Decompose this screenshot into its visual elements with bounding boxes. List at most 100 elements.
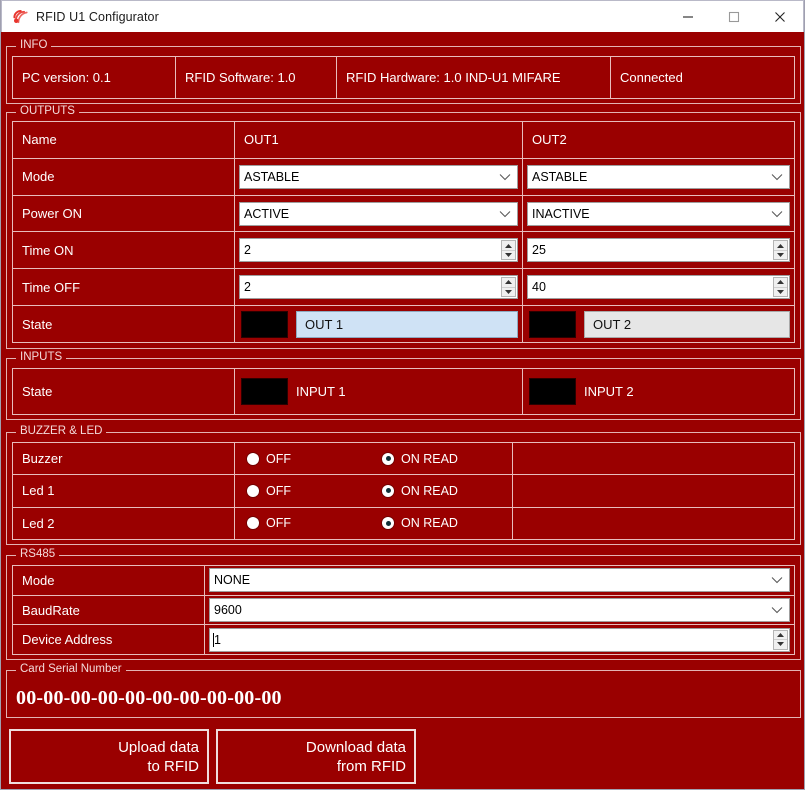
outputs-time-on-out2-input[interactable]: 25	[527, 238, 790, 263]
chevron-down-icon	[771, 210, 783, 217]
input2-label: INPUT 2	[584, 384, 634, 399]
outputs-power-on-out2-select[interactable]: INACTIVE	[527, 201, 790, 226]
outputs-mode-out2-cell: ASTABLE	[523, 159, 794, 195]
minimize-icon	[683, 16, 693, 18]
rs485-mode-select[interactable]: NONE	[209, 568, 790, 593]
rs485-row-device-address: Device Address 1	[13, 625, 794, 655]
upload-button-line1: Upload data	[118, 738, 199, 756]
info-grid: PC version: 0.1 RFID Software: 1.0 RFID …	[12, 56, 795, 99]
input1-state-indicator	[241, 378, 288, 405]
spinner-up-icon[interactable]	[774, 278, 787, 288]
inputs-state-in2-cell: INPUT 2	[523, 369, 794, 414]
outputs-time-off-out1-input[interactable]: 2	[239, 275, 518, 300]
info-rfid-software: RFID Software: 1.0	[176, 57, 337, 98]
out1-state-indicator	[241, 310, 288, 338]
spinner-arrows[interactable]	[501, 277, 516, 298]
spinner-arrows[interactable]	[773, 240, 788, 261]
outputs-row-mode: Mode ASTABLE ASTABLE	[13, 158, 794, 196]
buzzer-led-legend: BUZZER & LED	[16, 425, 107, 438]
outputs-state-out1-cell: OUT 1	[235, 306, 523, 342]
inputs-state-in1-cell: INPUT 1	[235, 369, 523, 414]
led2-on-read-label: ON READ	[401, 516, 458, 531]
minimize-button[interactable]	[665, 1, 711, 33]
outputs-time-off-out2-value: 40	[532, 280, 546, 295]
spinner-arrows[interactable]	[773, 277, 788, 298]
rs485-row-mode: Mode NONE	[13, 566, 794, 596]
spinner-up-icon[interactable]	[502, 278, 515, 288]
outputs-row-state: State OUT 1 OUT 2	[13, 306, 794, 342]
outputs-time-on-out1-input[interactable]: 2	[239, 238, 518, 263]
radio-selected-icon	[382, 517, 394, 530]
led1-row: Led 1 OFF ON READ	[13, 475, 794, 508]
outputs-time-off-out2-input[interactable]: 40	[527, 275, 790, 300]
outputs-grid: Name OUT1 OUT2 Mode ASTABLE ASTABLE Powe…	[12, 121, 795, 343]
maximize-button[interactable]	[711, 1, 757, 33]
led1-options-cell: OFF ON READ	[235, 475, 513, 507]
rs485-device-address-value: 1	[214, 632, 221, 647]
inputs-grid: State INPUT 1 INPUT 2	[12, 368, 795, 415]
led1-label: Led 1	[13, 475, 235, 507]
spinner-down-icon[interactable]	[502, 251, 515, 260]
led1-radio-on-read[interactable]: ON READ	[382, 484, 458, 498]
window-title: RFID U1 Configurator	[36, 9, 159, 24]
outputs-time-off-out1-cell: 2	[235, 269, 523, 306]
buzzer-on-read-label: ON READ	[401, 451, 458, 466]
spinner-down-icon[interactable]	[774, 288, 787, 297]
card-serial-group: Card Serial Number 00-00-00-00-00-00-00-…	[6, 663, 801, 718]
info-rfid-hardware: RFID Hardware: 1.0 IND-U1 MIFARE	[337, 57, 611, 98]
card-serial-value: 00-00-00-00-00-00-00-00-00-00	[16, 687, 282, 709]
download-data-button[interactable]: Download data from RFID	[216, 729, 416, 784]
chevron-down-icon	[499, 210, 511, 217]
upload-data-button[interactable]: Upload data to RFID	[9, 729, 209, 784]
rs485-device-address-cell: 1	[205, 625, 794, 654]
led2-radio-on-read[interactable]: ON READ	[382, 516, 458, 530]
spinner-down-icon[interactable]	[502, 288, 515, 297]
spinner-up-icon[interactable]	[774, 631, 787, 641]
buzzer-led-group: BUZZER & LED Buzzer OFF ON READ Led 1 OF…	[6, 425, 801, 545]
info-row: PC version: 0.1 RFID Software: 1.0 RFID …	[13, 57, 794, 98]
rs485-baudrate-label: BaudRate	[13, 595, 205, 625]
rs485-legend: RS485	[16, 548, 60, 561]
application-window: RFID U1 Configurator INFO PC version: 0.…	[0, 0, 805, 790]
rfid-signal-icon	[13, 9, 28, 23]
rs485-mode-cell: NONE	[205, 566, 794, 595]
spinner-up-icon[interactable]	[502, 241, 515, 251]
buzzer-row: Buzzer OFF ON READ	[13, 443, 794, 476]
rs485-baudrate-value: 9600	[214, 603, 242, 617]
buzzer-off-label: OFF	[266, 451, 291, 466]
upload-button-line2: to RFID	[147, 757, 199, 775]
spinner-arrows[interactable]	[501, 240, 516, 261]
radio-unselected-icon	[247, 452, 259, 465]
led2-spacer-cell	[513, 508, 794, 539]
outputs-power-on-out1-select[interactable]: ACTIVE	[239, 201, 518, 226]
rs485-device-address-input[interactable]: 1	[209, 627, 790, 652]
out1-state-box[interactable]: OUT 1	[296, 310, 518, 338]
spinner-down-icon[interactable]	[774, 251, 787, 260]
spinner-down-icon[interactable]	[774, 640, 787, 649]
outputs-mode-out2-select[interactable]: ASTABLE	[527, 164, 790, 189]
buzzer-options-cell: OFF ON READ	[235, 443, 513, 475]
buzzer-label: Buzzer	[13, 443, 235, 475]
outputs-time-on-out2-value: 25	[532, 243, 546, 258]
spinner-arrows[interactable]	[773, 629, 788, 650]
outputs-state-label: State	[13, 306, 235, 342]
chevron-down-icon	[499, 173, 511, 180]
inputs-state-label: State	[13, 369, 235, 414]
info-group: INFO PC version: 0.1 RFID Software: 1.0 …	[6, 39, 801, 104]
led2-radio-off[interactable]: OFF	[247, 516, 382, 530]
radio-selected-icon	[382, 484, 394, 497]
out2-state-box[interactable]: OUT 2	[584, 310, 790, 338]
buzzer-radio-on-read[interactable]: ON READ	[382, 452, 458, 466]
buzzer-radio-off[interactable]: OFF	[247, 452, 382, 466]
maximize-icon	[728, 11, 740, 23]
out2-state-indicator	[529, 310, 576, 338]
download-button-line2: from RFID	[336, 757, 406, 775]
inputs-row-state: State INPUT 1 INPUT 2	[13, 369, 794, 414]
rs485-baudrate-select[interactable]: 9600	[209, 598, 790, 622]
outputs-power-on-out2-value: INACTIVE	[532, 206, 590, 221]
spinner-up-icon[interactable]	[774, 241, 787, 251]
title-bar: RFID U1 Configurator	[1, 0, 804, 32]
outputs-mode-out1-select[interactable]: ASTABLE	[239, 164, 518, 189]
close-button[interactable]	[757, 1, 803, 33]
led1-radio-off[interactable]: OFF	[247, 484, 382, 498]
